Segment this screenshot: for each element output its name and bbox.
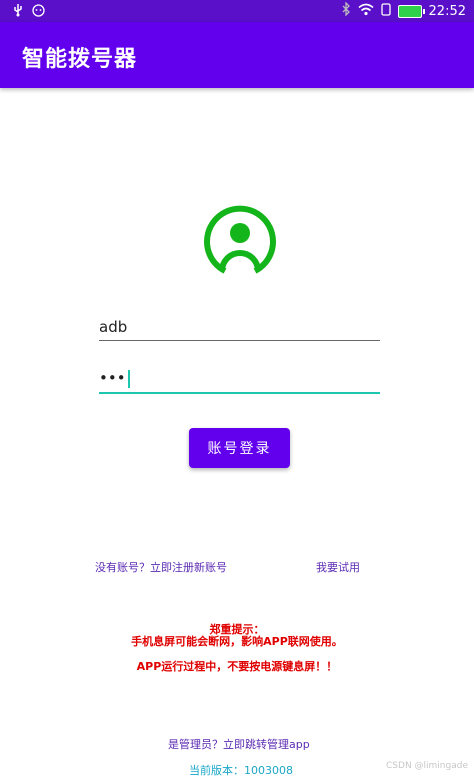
status-time: 22:52 <box>428 3 466 19</box>
version-label: 当前版本：1003008 <box>189 764 293 777</box>
register-link[interactable]: 没有账号？立即注册新账号 <box>95 559 227 575</box>
battery-icon <box>397 4 425 18</box>
bluetooth-icon <box>342 1 351 20</box>
username-input[interactable]: adb <box>99 318 380 341</box>
watermark: CSDN @limingade <box>386 761 468 771</box>
wifi-icon <box>358 3 374 20</box>
trial-link[interactable]: 我要试用 <box>316 559 360 575</box>
password-input[interactable]: ••• <box>99 369 380 394</box>
admin-link[interactable]: 是管理员？立即跳转管理app <box>168 736 310 752</box>
user-avatar-icon <box>202 204 278 280</box>
face-icon <box>32 3 45 21</box>
username-value: adb <box>99 318 128 336</box>
signal-icon <box>380 2 391 20</box>
status-bar: 22:52 <box>0 0 474 22</box>
app-title: 智能拨号器 <box>22 47 138 72</box>
text-caret <box>127 369 130 388</box>
password-value: ••• <box>99 369 130 388</box>
app-bar: 智能拨号器 <box>0 22 474 88</box>
usb-icon <box>12 3 24 21</box>
warning-line-1: 手机息屏可能会断网，影响APP联网使用。 <box>131 635 343 648</box>
warning-line-2: APP运行过程中，不要按电源键息屏！！ <box>136 660 338 673</box>
login-button[interactable]: 账号登录 <box>189 428 290 468</box>
